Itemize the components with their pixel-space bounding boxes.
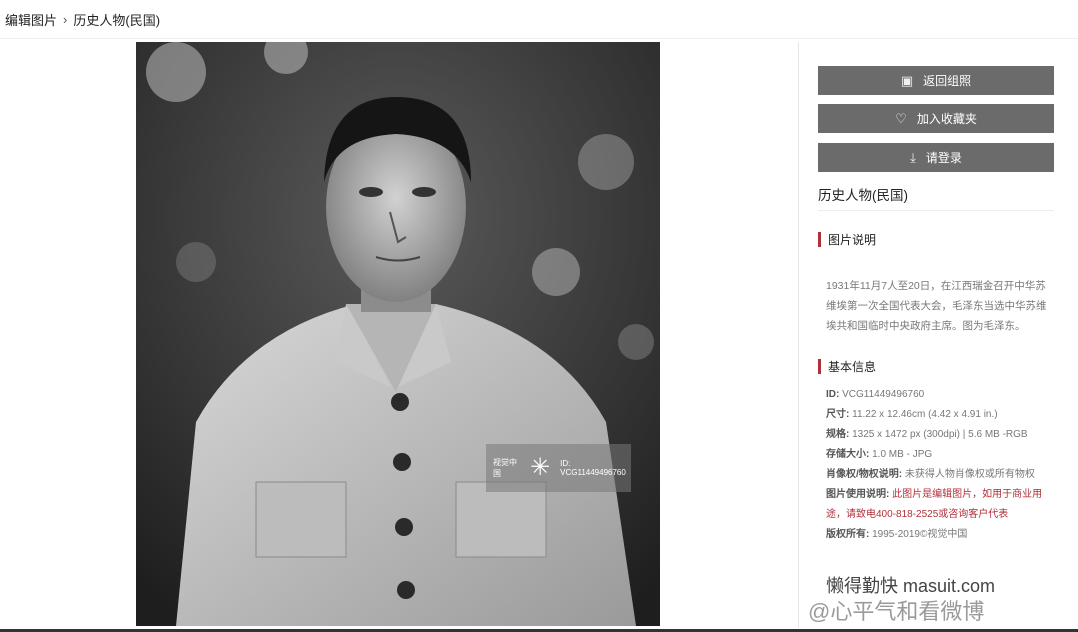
description-heading-text: 图片说明 — [828, 233, 877, 247]
image-icon: ▣ — [900, 72, 914, 88]
section-marker — [818, 232, 821, 247]
info-value: 11.22 x 12.46cm (4.42 x 4.91 in.) — [852, 409, 998, 420]
top-divider — [0, 38, 1078, 39]
info-label: 存储大小: — [826, 449, 870, 460]
breadcrumb-separator: › — [63, 12, 68, 27]
info-row-size: 尺寸: 11.22 x 12.46cm (4.42 x 4.91 in.) — [826, 405, 1054, 425]
photo-watermark: 视觉中国 ✳ ID: VCG11449496760 — [486, 444, 631, 492]
panel-divider — [818, 210, 1054, 211]
login-button[interactable]: ⤓ 请登录 — [818, 143, 1054, 172]
main-photo[interactable]: 视觉中国 ✳ ID: VCG11449496760 — [136, 42, 660, 626]
watermark-brand: 视觉中国 — [493, 458, 517, 478]
basic-info-list: ID: VCG11449496760 尺寸: 11.22 x 12.46cm (… — [826, 385, 1054, 545]
breadcrumb-root-link[interactable]: 编辑图片 — [5, 10, 57, 29]
back-to-group-button[interactable]: ▣ 返回组照 — [818, 66, 1054, 95]
basic-info-heading: 基本信息 — [818, 358, 876, 375]
info-label: 版权所有: — [826, 529, 870, 540]
info-row-usage: 图片使用说明: 此图片是编辑图片，如用于商业用途，请致电400-818-2525… — [826, 485, 1054, 525]
info-label: 肖像权/物权说明: — [826, 469, 903, 480]
info-label: 尺寸: — [826, 409, 850, 420]
info-value: 1325 x 1472 px (300dpi) | 5.6 MB -RGB — [852, 429, 1028, 440]
info-label: 图片使用说明: — [826, 489, 890, 500]
info-row-storage: 存储大小: 1.0 MB - JPG — [826, 445, 1054, 465]
info-row-id: ID: VCG11449496760 — [826, 385, 1054, 405]
watermark-logo-icon: ✳ — [530, 454, 551, 481]
info-label: ID: — [826, 389, 840, 400]
info-value: 1.0 MB - JPG — [872, 449, 933, 460]
section-marker — [818, 359, 821, 374]
login-button-label: 请登录 — [925, 151, 962, 165]
favorite-button-label: 加入收藏夹 — [916, 112, 977, 126]
info-value: 未获得人物肖像权或所有物权 — [904, 469, 1035, 480]
description-heading: 图片说明 — [818, 231, 876, 248]
info-label: 规格: — [826, 429, 850, 440]
breadcrumb: 编辑图片 › 历史人物(民国) — [5, 10, 160, 29]
portrait-image — [136, 42, 660, 626]
info-panel: ▣ 返回组照 ♡ 加入收藏夹 ⤓ 请登录 历史人物(民国) 图片说明 1931年… — [798, 42, 1071, 628]
category-title: 历史人物(民国) — [818, 188, 908, 203]
heart-plus-icon: ♡ — [895, 110, 907, 126]
basic-info-heading-text: 基本信息 — [828, 360, 877, 374]
back-button-label: 返回组照 — [923, 74, 972, 88]
info-row-copyright: 版权所有: 1995-2019©视觉中国 — [826, 525, 1054, 545]
add-to-favorites-button[interactable]: ♡ 加入收藏夹 — [818, 104, 1054, 133]
info-value: 1995-2019©视觉中国 — [872, 529, 968, 540]
weibo-watermark: @心平气和看微博 — [808, 599, 985, 624]
info-value: VCG11449496760 — [842, 389, 925, 400]
breadcrumb-current-link[interactable]: 历史人物(民国) — [73, 10, 160, 29]
description-text: 1931年11月7人至20日，在江西瑞金召开中华苏维埃第一次全国代表大会，毛泽东… — [826, 280, 1047, 332]
watermark-id: ID: VCG11449496760 — [560, 459, 626, 477]
info-row-spec: 规格: 1325 x 1472 px (300dpi) | 5.6 MB -RG… — [826, 425, 1054, 445]
info-row-rights: 肖像权/物权说明: 未获得人物肖像权或所有物权 — [826, 465, 1054, 485]
download-icon: ⤓ — [910, 149, 916, 165]
